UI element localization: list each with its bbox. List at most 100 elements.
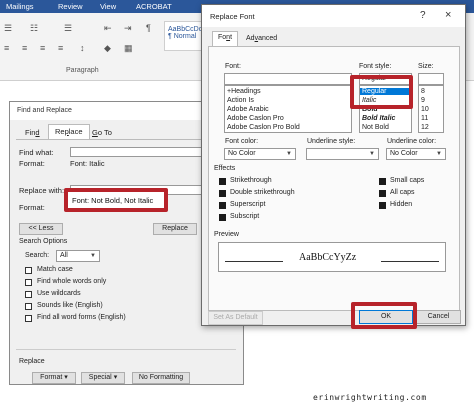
all-caps-checkbox[interactable] [379,190,386,197]
special-button[interactable]: Special ▾ [81,372,125,384]
list-item[interactable]: Action Is [227,97,254,104]
all-caps-label: All caps [390,189,415,196]
tab-goto[interactable]: Go To [86,126,118,139]
word-forms-label: Find all word forms (English) [37,314,126,321]
chevron-down-icon: ▼ [369,151,375,157]
find-what-label: Find what: [19,148,54,157]
shading-icon[interactable]: ◆ [104,43,111,54]
ribbon-tab-view[interactable]: View [100,2,116,11]
list-item[interactable]: Bold Italic [362,115,395,122]
tab-replace[interactable]: Replace [48,124,90,139]
replace-font-title: Replace Font [210,12,255,21]
list-item[interactable]: 10 [421,106,429,113]
effects-label: Effects [214,165,236,172]
numbering-icon[interactable]: ☷ [30,23,38,34]
ribbon-tab-review[interactable]: Review [58,2,83,11]
ribbon-tab-mailings[interactable]: Mailings [6,2,34,11]
bullets-icon[interactable]: ☰ [4,23,12,34]
close-icon[interactable]: × [445,9,451,21]
ok-button-highlight [351,302,417,329]
hidden-checkbox[interactable] [379,202,386,209]
font-color-value: No Color [228,150,256,157]
list-item[interactable]: 11 [421,115,428,122]
list-item[interactable]: 12 [421,124,429,131]
superscript-label: Superscript [230,201,266,208]
style-name-normal: ¶ Normal [168,33,197,40]
font-style-highlight [350,75,413,109]
font-name-input[interactable] [224,73,352,85]
justify-icon[interactable]: ≡ [58,43,63,53]
line-spacing-icon[interactable]: ↕ [80,43,85,53]
whole-words-checkbox[interactable] [25,279,32,286]
tab-advanced[interactable]: Advanced [241,33,282,46]
superscript-checkbox[interactable] [219,202,226,209]
no-formatting-button[interactable]: No Formatting [132,372,190,384]
list-item[interactable]: Adobe Caslon Pro Bold [227,124,300,131]
search-direction-select[interactable]: All ▼ [56,250,100,262]
underline-color-select[interactable]: No Color ▼ [386,148,446,160]
tab-find[interactable]: Find [19,126,46,139]
preview-box: AaBbCcYyZz [218,242,446,272]
align-center-icon[interactable]: ≡ [22,43,27,53]
list-item[interactable]: Adobe Caslon Pro [227,115,284,122]
list-item[interactable]: Adobe Arabic [227,106,269,113]
double-strikethrough-checkbox[interactable] [219,190,226,197]
size-input[interactable] [418,73,444,85]
replace-font-dialog: Replace Font ? × Font Advanced Font: +He… [201,4,466,326]
replace-section-label: Replace [19,358,45,365]
align-left-icon[interactable]: ≡ [4,43,9,53]
size-list[interactable]: 8 9 10 11 12 [418,85,444,133]
strikethrough-checkbox[interactable] [219,178,226,185]
font-name-list[interactable]: +Headings Action Is Adobe Arabic Adobe C… [224,85,352,133]
wildcards-label: Use wildcards [37,290,81,297]
watermark: erinwrightwriting.com [313,393,427,402]
ribbon-tab-acrobat[interactable]: ACROBAT [136,2,172,11]
list-item[interactable]: 9 [421,97,425,104]
list-item[interactable]: 8 [421,88,425,95]
word-forms-checkbox[interactable] [25,315,32,322]
underline-color-value: No Color [390,150,418,157]
tab-font[interactable]: Font [212,31,239,46]
replace-button[interactable]: Replace [153,223,197,235]
list-item[interactable]: +Headings [227,88,261,95]
multilevel-list-icon[interactable]: ☰ [64,23,72,34]
increase-indent-icon[interactable]: ⇥ [124,23,132,34]
divider [16,349,236,350]
borders-icon[interactable]: ▦ [124,43,133,54]
find-format-label: Format: [19,159,45,168]
list-item[interactable]: Not Bold [362,124,389,131]
chevron-down-icon: ▼ [286,151,292,157]
match-case-checkbox[interactable] [25,267,32,274]
format-button[interactable]: Format ▾ [32,372,76,384]
help-icon[interactable]: ? [420,10,426,21]
cancel-button[interactable]: Cancel [416,310,461,324]
font-style-label: Font style: [359,63,392,70]
decrease-indent-icon[interactable]: ⇤ [104,23,112,34]
font-color-select[interactable]: No Color ▼ [224,148,296,160]
style-gallery-item-1[interactable]: AaBbCcDc ¶ Normal [164,21,206,51]
double-strikethrough-label: Double strikethrough [230,189,295,196]
replace-with-label: Replace with: [19,186,65,195]
replace-format-value: Font: Not Bold, Not Italic [72,196,154,205]
set-as-default-button[interactable]: Set As Default [208,311,263,325]
sounds-like-checkbox[interactable] [25,303,32,310]
preview-baseline [225,261,283,262]
subscript-checkbox[interactable] [219,214,226,221]
sounds-like-label: Sounds like (English) [37,302,103,309]
less-button[interactable]: << Less [19,223,63,235]
underline-style-label: Underline style: [307,138,356,145]
search-label: Search: [25,252,50,259]
strikethrough-label: Strikethrough [230,177,272,184]
pilcrow-icon[interactable]: ¶ [146,23,151,33]
align-right-icon[interactable]: ≡ [40,43,45,53]
preview-text: AaBbCcYyZz [299,252,357,263]
search-options-label: Search Options [19,238,68,245]
match-case-label: Match case [37,266,73,273]
wildcards-checkbox[interactable] [25,291,32,298]
font-label: Font: [225,63,241,70]
small-caps-label: Small caps [390,177,425,184]
small-caps-checkbox[interactable] [379,178,386,185]
replace-font-titlebar[interactable]: Replace Font ? × [202,5,465,27]
underline-style-select[interactable]: ▼ [306,148,379,160]
preview-label: Preview [214,231,239,238]
